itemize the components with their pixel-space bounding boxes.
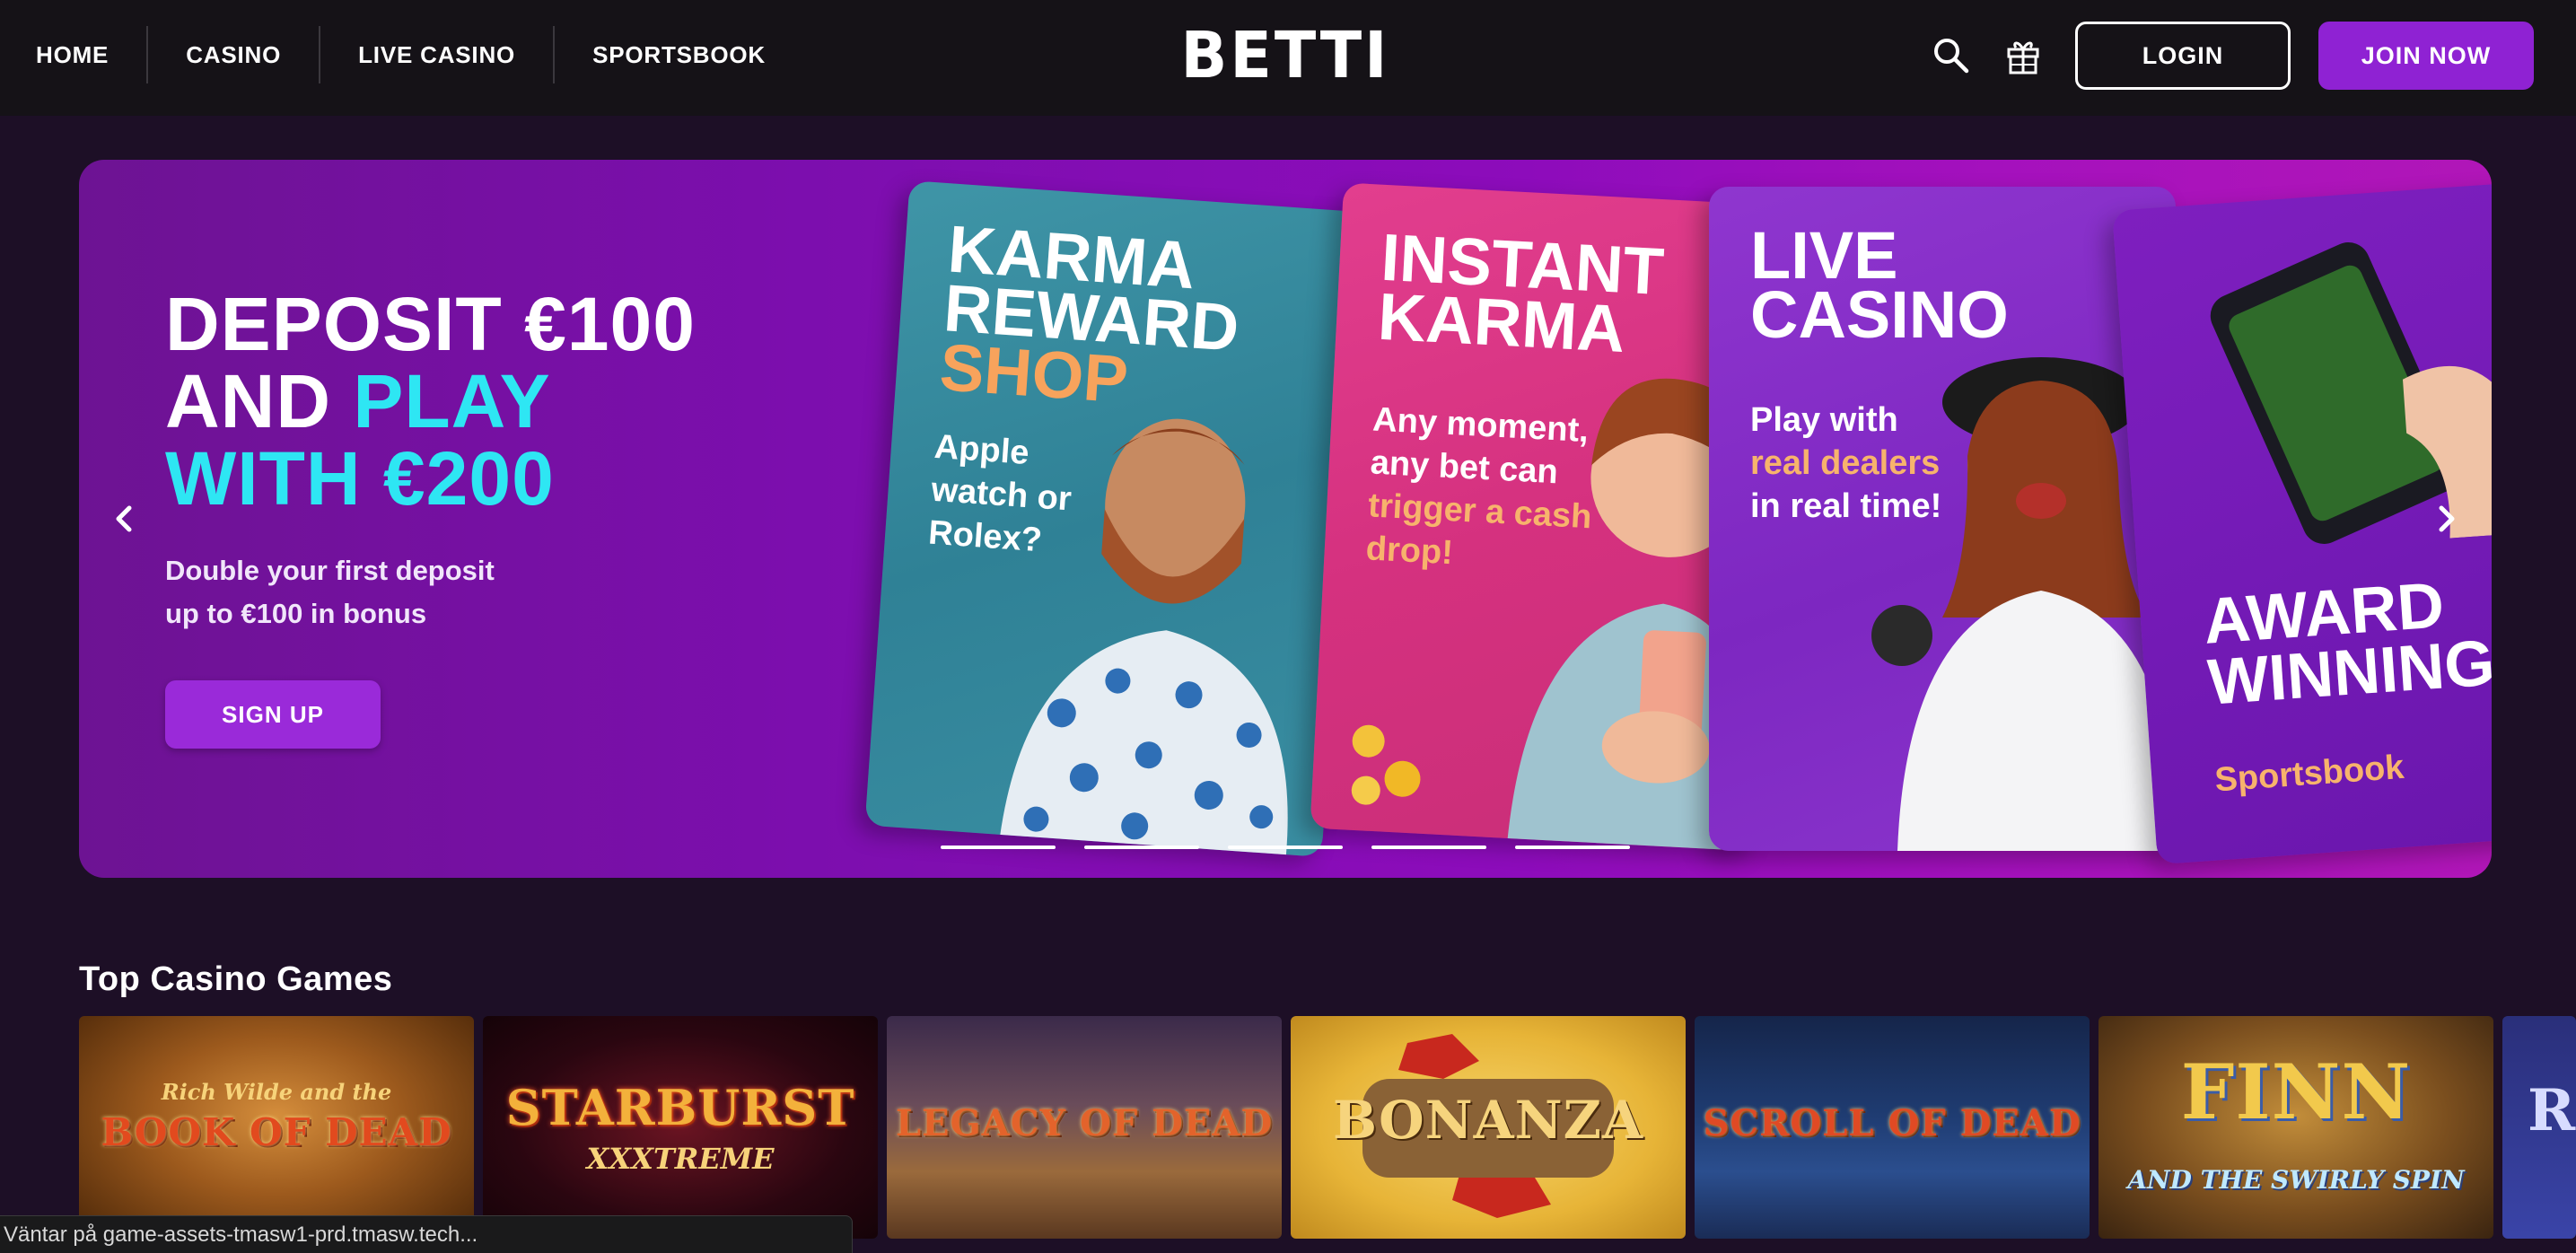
login-button[interactable]: LOGIN	[2075, 22, 2291, 90]
game-tile-scroll-of-dead[interactable]: SCROLL OF DEAD	[1695, 1016, 2090, 1239]
betti-logo[interactable]: BETTI	[1181, 19, 1388, 93]
card-body: Apple watch or Rolex?	[926, 427, 1073, 560]
search-icon[interactable]	[1930, 34, 1973, 77]
top-header: HOME CASINO LIVE CASINO SPORTSBOOK BETTI…	[0, 0, 2576, 116]
card-body: Any moment, any bet can trigger a cash d…	[1364, 400, 1593, 573]
gift-icon[interactable]	[2002, 34, 2045, 77]
hero-title: DEPOSIT €100 AND PLAY WITH €200	[165, 285, 696, 517]
game-tile-legacy-of-dead[interactable]: LEGACY OF DEAD	[887, 1016, 1282, 1239]
nav-home[interactable]: HOME	[0, 41, 146, 69]
game-tile-partial[interactable]: R	[2502, 1016, 2576, 1239]
coins-decoration	[1338, 704, 1451, 817]
carousel-dot[interactable]	[1371, 846, 1486, 849]
game-tile-bonanza[interactable]: BONANZA	[1291, 1016, 1686, 1239]
carousel-dot[interactable]	[1084, 846, 1199, 849]
join-now-button[interactable]: JOIN NOW	[2318, 22, 2534, 90]
card-title: LIVE CASINO	[1750, 218, 2009, 352]
games-row: Rich Wilde and the BOOK OF DEAD STARBURS…	[79, 1016, 2576, 1239]
chevron-left-icon[interactable]	[99, 494, 149, 544]
section-title-top-casino-games: Top Casino Games	[79, 960, 393, 998]
carousel-dot[interactable]	[941, 846, 1056, 849]
promo-card-karma-reward-shop[interactable]: KARMA REWARD SHOP Apple watch or Rolex?	[864, 180, 1367, 857]
hero-subtitle: Double your first deposit up to €100 in …	[165, 555, 495, 629]
main-nav: HOME CASINO LIVE CASINO SPORTSBOOK	[0, 0, 803, 110]
sign-up-button[interactable]: SIGN UP	[165, 680, 381, 749]
chevron-right-icon[interactable]	[2422, 494, 2472, 544]
game-tile-book-of-dead[interactable]: Rich Wilde and the BOOK OF DEAD	[79, 1016, 474, 1239]
hero-banner: KARMA REWARD SHOP Apple watch or Rolex? …	[79, 160, 2492, 878]
card-body: Sportsbook	[2213, 748, 2405, 800]
carousel-indicators	[941, 846, 1630, 849]
hero-title-line: DEPOSIT €100	[165, 282, 696, 366]
nav-sportsbook[interactable]: SPORTSBOOK	[555, 41, 803, 69]
hero-title-line: WITH €200	[165, 436, 555, 521]
game-tile-starburst-xxxtreme[interactable]: STARBURST XXXTREME	[483, 1016, 878, 1239]
nav-casino[interactable]: CASINO	[148, 41, 319, 69]
hero-title-line: AND PLAY	[165, 359, 551, 443]
game-tile-finn-swirly-spin[interactable]: FINN AND THE SWIRLY SPIN	[2098, 1016, 2493, 1239]
nav-live-casino[interactable]: LIVE CASINO	[320, 41, 553, 69]
card-body: Play with real dealers in real time!	[1750, 401, 1942, 525]
browser-status-bar: Väntar på game-assets-tmasw1-prd.tmasw.t…	[0, 1215, 853, 1253]
promo-card-live-casino[interactable]: LIVE CASINO Play with real dealers in re…	[1709, 187, 2176, 851]
card-title: AWARD WINNING	[2201, 569, 2492, 719]
carousel-dot[interactable]	[1228, 846, 1343, 849]
carousel-dot[interactable]	[1515, 846, 1630, 849]
